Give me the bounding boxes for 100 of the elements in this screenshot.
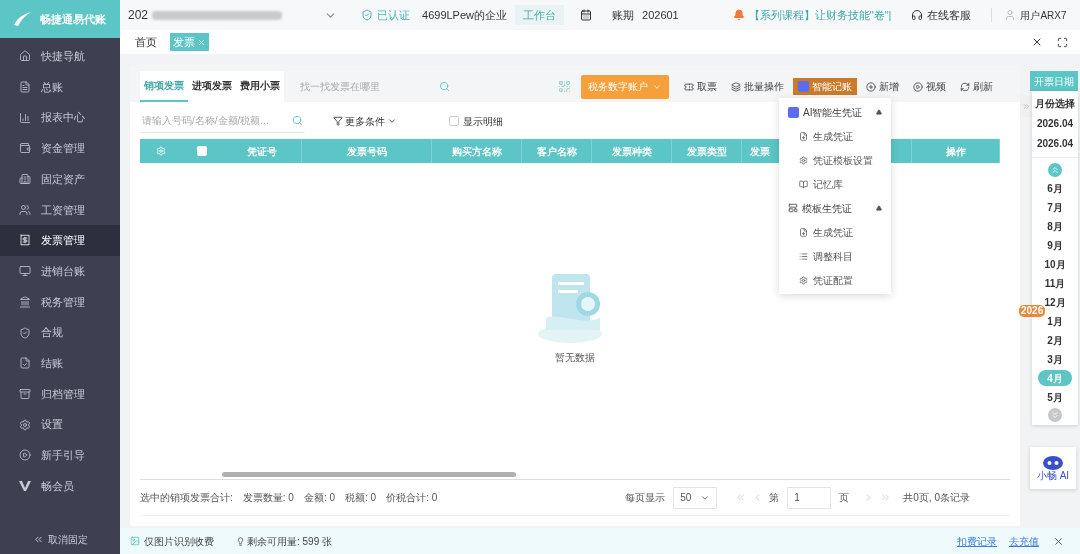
sidebar-item[interactable]: 总账	[0, 71, 120, 103]
toolbar-button[interactable]: 取票	[679, 78, 722, 95]
collapse-icon[interactable]	[876, 205, 882, 211]
horizontal-scrollbar[interactable]	[222, 472, 516, 477]
qr-code-icon[interactable]	[558, 80, 571, 93]
sidebar-item[interactable]: 发票管理	[0, 225, 120, 256]
period-label: 账期	[612, 7, 635, 23]
menu-item[interactable]: 凭证模板设置	[779, 148, 891, 172]
shield-icon	[19, 326, 31, 339]
summary-text: 金额: 0	[303, 491, 336, 505]
support-link[interactable]: 在线客服	[927, 6, 972, 24]
month-item[interactable]: 10月	[1044, 256, 1066, 272]
menu-item[interactable]: 调整科目	[779, 244, 891, 268]
page-tab[interactable]: 首页	[132, 33, 160, 51]
menu-item[interactable]: 凭证配置	[779, 268, 891, 292]
toolbar-button[interactable]: 新增	[861, 78, 904, 95]
empty-text: 暂无数据	[555, 351, 595, 365]
collapse-icon[interactable]	[876, 109, 882, 115]
toolbar-button[interactable]: 刷新	[955, 78, 998, 95]
panel-title: 月份选择	[1035, 97, 1075, 111]
month-item[interactable]: 11月	[1044, 275, 1066, 291]
month-item[interactable]: 9月	[1047, 237, 1063, 253]
sidebar-item[interactable]: 结账	[0, 347, 120, 379]
month-item[interactable]: 3月	[1047, 351, 1063, 367]
monitor-icon	[19, 265, 31, 278]
sidebar-item[interactable]: 新手引导	[0, 439, 120, 471]
close-icon[interactable]	[1053, 535, 1064, 547]
sidebar-item[interactable]: 税务管理	[0, 286, 120, 318]
play-icon	[913, 81, 923, 92]
period-value: 202601	[642, 7, 679, 23]
collapse-button[interactable]	[1020, 95, 1032, 117]
first-page-icon[interactable]	[735, 492, 747, 503]
banner-link[interactable]: 去充值	[1009, 533, 1039, 549]
sidebar-item[interactable]: 快捷导航	[0, 41, 120, 72]
more-filters-button[interactable]: 更多条件	[333, 113, 397, 129]
menu-group-header[interactable]: 模板生凭证	[779, 196, 891, 220]
scroll-down-icon[interactable]	[1048, 408, 1062, 422]
menu-item[interactable]: 生成凭证	[779, 220, 891, 244]
sidebar-item[interactable]: 归档管理	[0, 378, 120, 410]
menu-item[interactable]: 记忆库	[779, 172, 891, 196]
ai-icon	[798, 81, 809, 92]
search-icon	[439, 81, 450, 92]
checkbox[interactable]	[197, 146, 207, 156]
sidebar-item[interactable]: 固定资产	[0, 163, 120, 195]
menu-item[interactable]: 生成凭证	[779, 124, 891, 148]
column-header: 购买方名称	[451, 144, 502, 159]
toolbar-button[interactable]: 视频	[908, 78, 951, 95]
checkbox[interactable]	[449, 116, 459, 126]
assistant-button[interactable]: 小畅 AI	[1030, 447, 1076, 489]
month-item[interactable]: 5月	[1047, 389, 1063, 405]
month-item[interactable]: 7月	[1047, 199, 1063, 215]
sidebar-item[interactable]: 合规	[0, 317, 120, 348]
fullscreen-icon[interactable]	[1057, 36, 1068, 48]
month-item[interactable]: 6月	[1047, 180, 1063, 196]
page-input[interactable]: 1	[787, 486, 832, 509]
lightbulb-icon	[236, 536, 245, 546]
date-range-text: 2026.04	[1036, 117, 1074, 131]
bank-icon	[19, 295, 31, 308]
month-item[interactable]: 8月	[1047, 218, 1063, 234]
close-icon[interactable]	[1031, 36, 1043, 48]
sidebar-item[interactable]: 进销台账	[0, 255, 120, 287]
bell-icon	[732, 9, 745, 21]
page-size-select[interactable]: 50	[673, 486, 718, 509]
sidebar-item[interactable]: 报表中心	[0, 102, 120, 134]
sidebar-item[interactable]: 设置	[0, 409, 120, 440]
unpin-button[interactable]: 取消固定	[0, 526, 120, 552]
building-icon	[19, 173, 31, 186]
scroll-up-icon[interactable]	[1048, 163, 1062, 177]
people-icon	[19, 203, 31, 216]
checkbox-label: 显示明细	[463, 114, 503, 129]
filter-icon	[333, 116, 343, 126]
toolbar-button[interactable]: 批量操作	[726, 78, 789, 95]
summary-text: 税额: 0	[345, 491, 377, 505]
column-header: 发票号码	[346, 144, 387, 159]
page-prefix: 第	[769, 491, 780, 505]
calendar-icon[interactable]	[580, 9, 593, 21]
document-icon	[19, 81, 31, 94]
file-plus-icon	[799, 227, 808, 237]
column-header: 发票种类	[611, 144, 652, 159]
user-name[interactable]: 用户ARX7	[1020, 7, 1067, 23]
settings-icon	[799, 155, 808, 165]
sidebar-item[interactable]: 畅会员	[0, 470, 120, 502]
month-item[interactable]: 2月	[1047, 332, 1063, 348]
company-label: 4699LPew的企业	[422, 7, 508, 23]
month-item[interactable]: 12月	[1044, 294, 1066, 310]
column-header: 操作	[945, 144, 966, 159]
menu-group-header[interactable]: AI智能生凭证	[779, 100, 891, 124]
settings-icon[interactable]	[156, 146, 166, 156]
banner-text: 仅图片识别收费	[144, 534, 214, 549]
shield-icon	[361, 9, 374, 21]
file-plus-icon	[799, 131, 808, 141]
sidebar-item[interactable]: 工资管理	[0, 194, 120, 226]
month-item[interactable]: 1月	[1047, 313, 1063, 329]
last-page-icon[interactable]	[880, 492, 892, 503]
invoice-tab[interactable]: 进项发票	[188, 71, 236, 102]
invoice-tab[interactable]: 费用小票	[236, 71, 284, 102]
sidebar-item[interactable]: 资金管理	[0, 133, 120, 164]
logo-icon	[12, 11, 32, 27]
chevrons-right-icon	[1021, 101, 1031, 111]
banner-link[interactable]: 扣费记录	[957, 533, 997, 549]
